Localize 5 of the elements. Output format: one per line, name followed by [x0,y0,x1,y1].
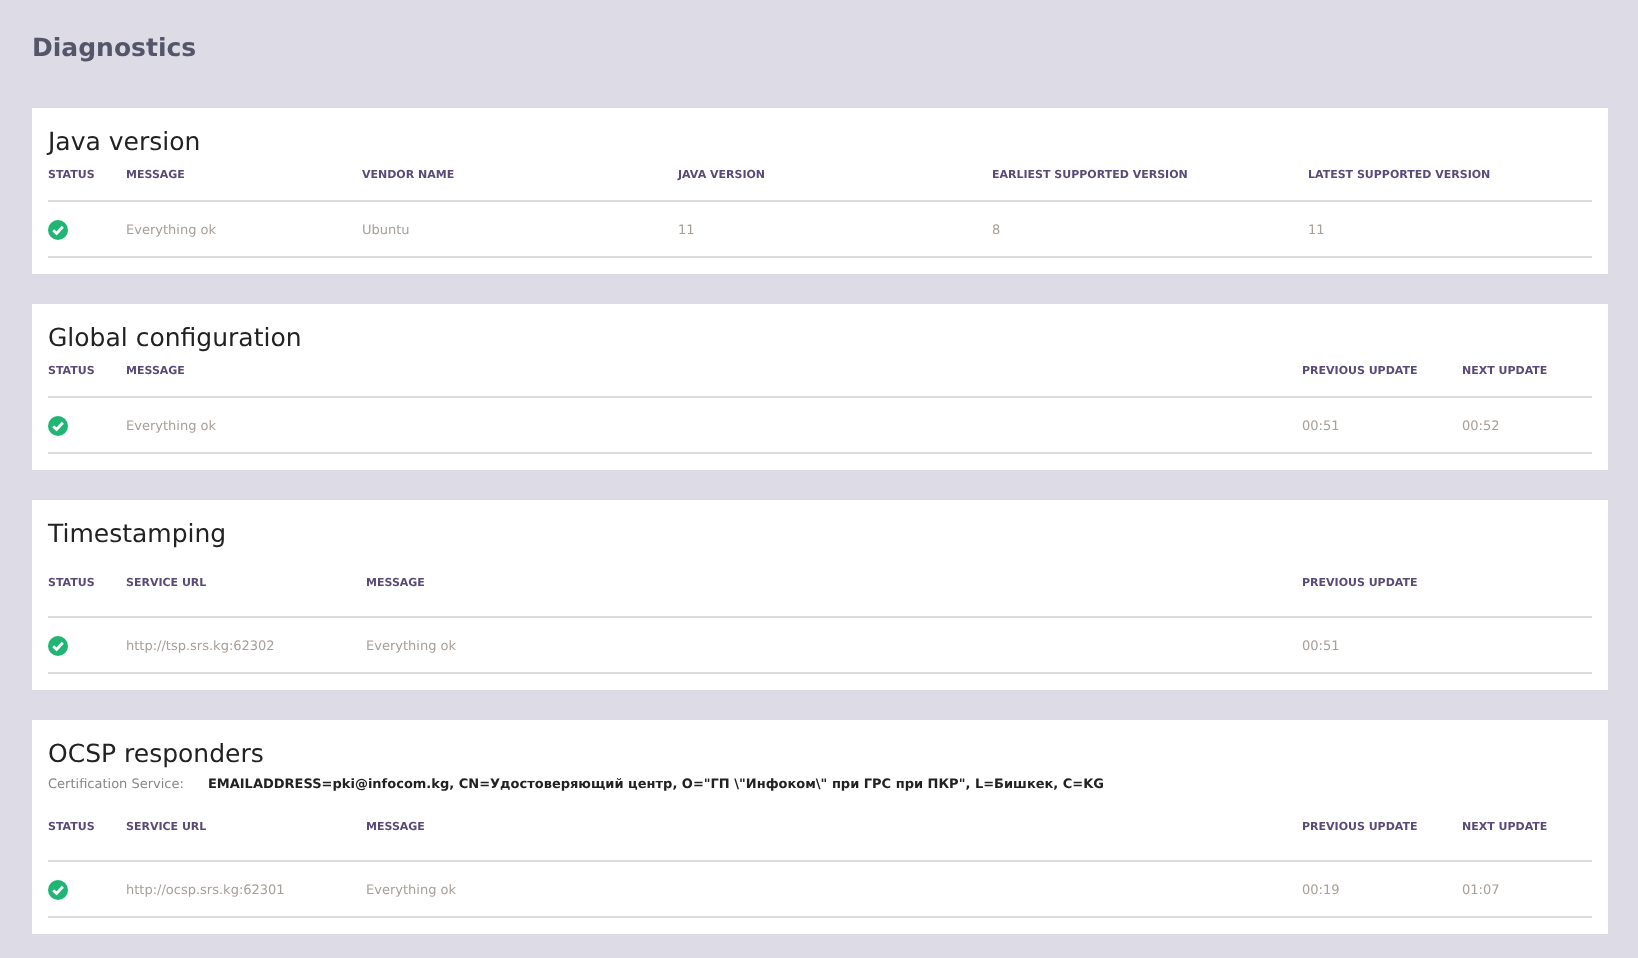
page-title: Diagnostics [32,30,199,66]
card-title: Timestamping [46,516,229,550]
card-title: Java version [44,124,203,158]
card-title: OCSP responders [46,736,266,770]
card-title: Global configuration [46,320,304,354]
